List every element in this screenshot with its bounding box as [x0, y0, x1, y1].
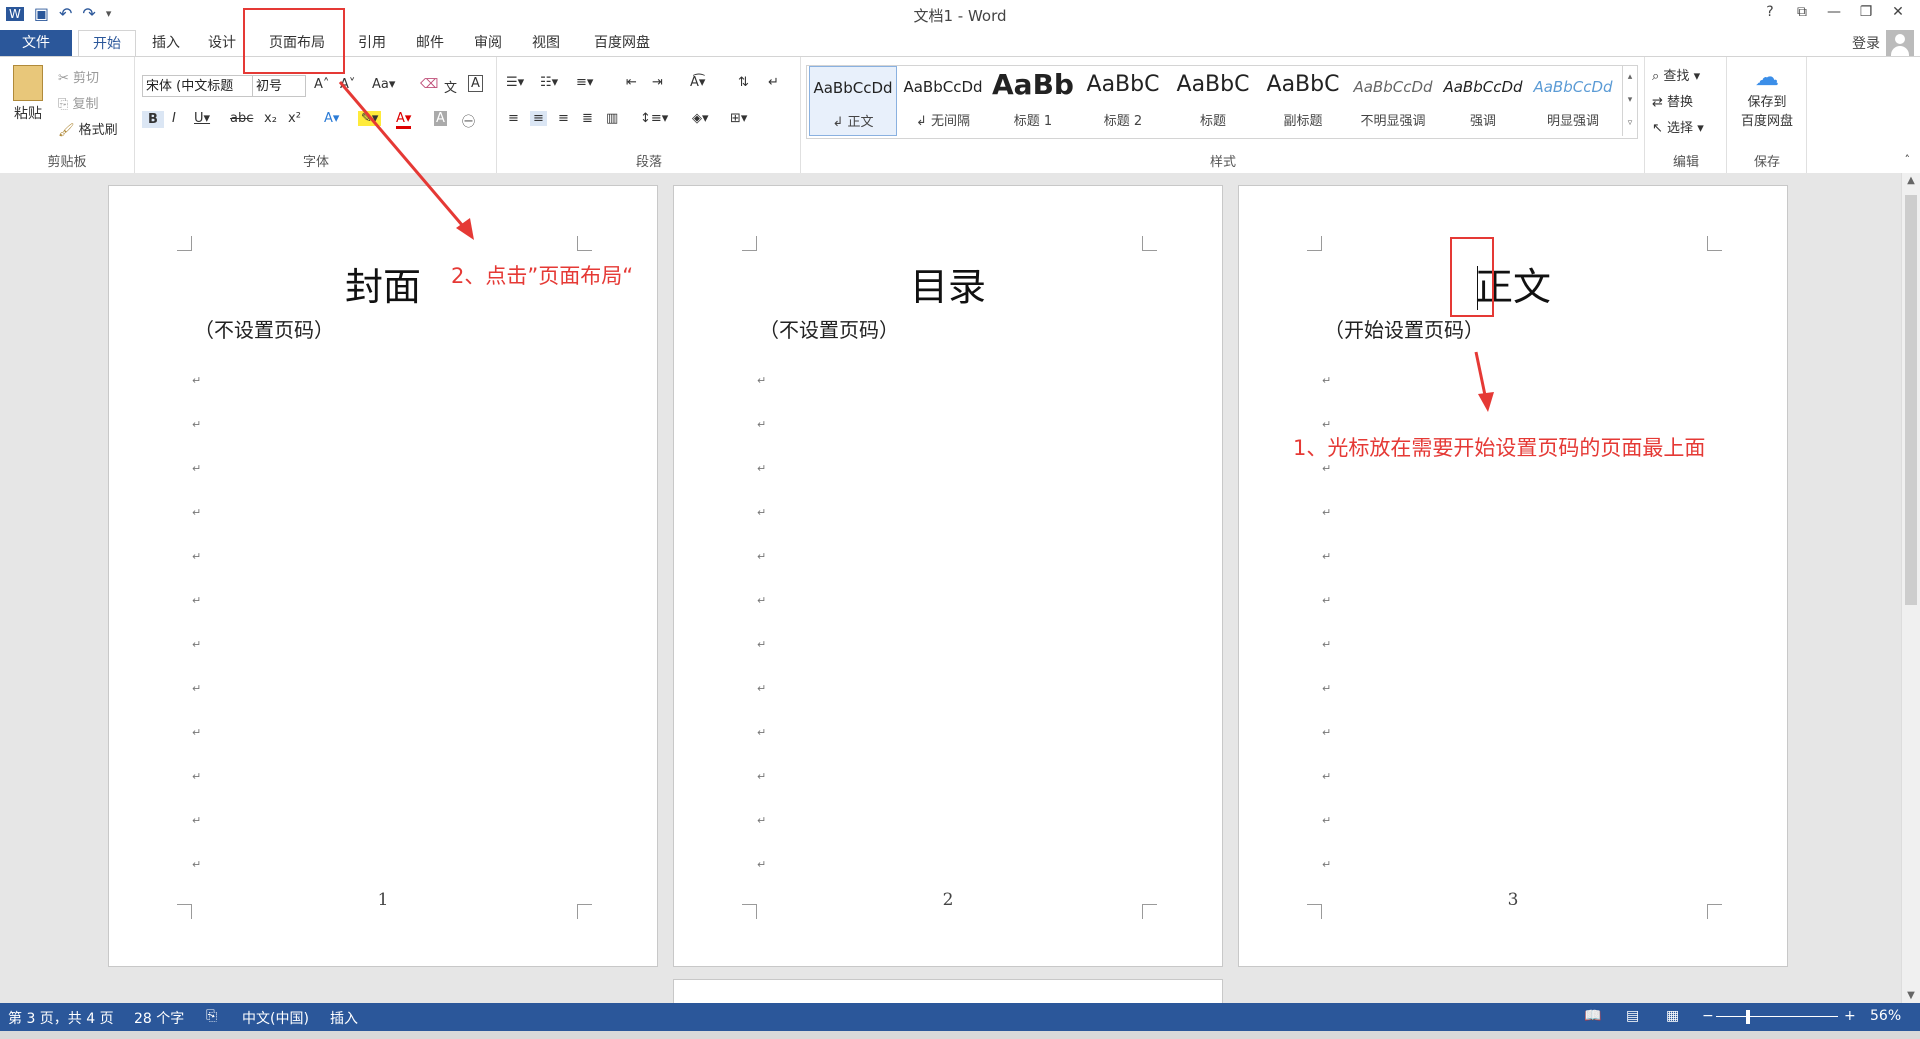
proofing-icon[interactable]: ⎘	[206, 1008, 217, 1024]
taskbar-strip	[0, 1031, 1920, 1039]
scroll-up-icon[interactable]: ▲	[1902, 175, 1920, 186]
arrowhead-2	[1478, 392, 1494, 412]
web-layout-icon[interactable]: ▦	[1666, 1008, 1679, 1024]
zoom-level[interactable]: 56%	[1870, 1008, 1901, 1024]
zoom-out-icon[interactable]: −	[1702, 1008, 1714, 1024]
word-count-status[interactable]: 28 个字	[134, 1008, 184, 1028]
status-bar: 第 3 页，共 4 页 28 个字 ⎘ 中文(中国) 插入 📖 ▤ ▦ − + …	[0, 1003, 1920, 1031]
zoom-slider[interactable]	[1716, 1016, 1838, 1017]
arrow-to-page-layout	[338, 81, 470, 233]
vertical-scrollbar[interactable]: ▲ ▼	[1901, 173, 1920, 1003]
read-mode-icon[interactable]: 📖	[1584, 1008, 1601, 1024]
print-layout-icon[interactable]: ▤	[1626, 1008, 1639, 1024]
zoom-slider-thumb[interactable]	[1746, 1010, 1750, 1024]
scroll-down-icon[interactable]: ▼	[1902, 990, 1920, 1001]
scroll-thumb[interactable]	[1905, 195, 1917, 605]
annotation-step-1: 1、光标放在需要开始设置页码的页面最上面	[1293, 436, 1706, 460]
page-count-status[interactable]: 第 3 页，共 4 页	[8, 1008, 114, 1028]
language-status[interactable]: 中文(中国)	[242, 1008, 309, 1028]
insert-mode-status[interactable]: 插入	[330, 1008, 358, 1028]
annotation-step-2: 2、点击”页面布局“	[451, 264, 634, 288]
annotation-arrows	[338, 81, 1494, 412]
arrow-to-cursor	[1474, 351, 1488, 401]
zoom-in-icon[interactable]: +	[1844, 1008, 1856, 1024]
